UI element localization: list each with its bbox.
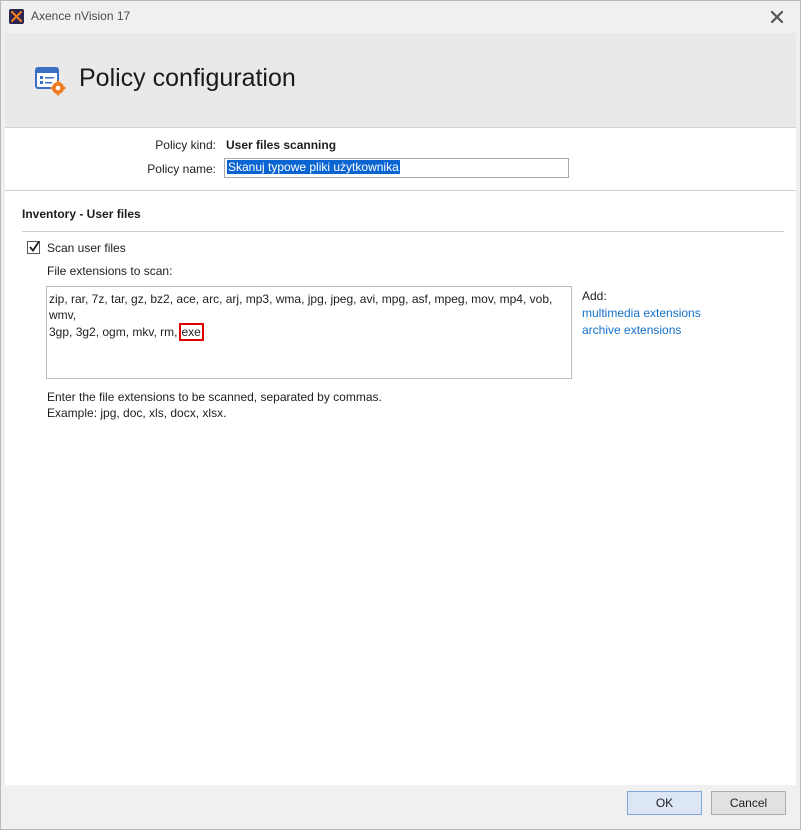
divider <box>5 190 796 191</box>
policy-settings-icon <box>35 67 66 96</box>
policy-name-input[interactable]: Skanuj typowe pliki użytkownika <box>224 158 569 178</box>
highlighted-extension: exe <box>178 323 204 341</box>
example-text: Example: jpg, doc, xls, docx, xlsx. <box>47 406 227 420</box>
extensions-label: File extensions to scan: <box>47 264 173 278</box>
section-title: Inventory - User files <box>22 207 141 221</box>
extensions-text-line2: 3gp, 3g2, ogm, mkv, rm, <box>49 325 178 339</box>
dialog-header: Policy configuration <box>5 33 796 127</box>
policy-configuration-dialog: Axence nVision 17 Policy configuration P… <box>0 0 801 830</box>
scan-user-files-checkbox[interactable] <box>27 241 40 254</box>
multimedia-extensions-link[interactable]: multimedia extensions <box>582 306 701 320</box>
extensions-text-line1: zip, rar, 7z, tar, gz, bz2, ace, arc, ar… <box>49 292 553 322</box>
add-label: Add: <box>582 289 607 303</box>
checkmark-icon <box>29 241 40 252</box>
axence-logo-icon <box>9 9 24 24</box>
scan-user-files-label[interactable]: Scan user files <box>47 241 126 255</box>
dialog-content: Policy kind: User files scanning Policy … <box>5 127 796 786</box>
section-divider <box>22 231 784 232</box>
title-bar: Axence nVision 17 <box>1 1 800 33</box>
policy-name-value: Skanuj typowe pliki użytkownika <box>227 160 400 174</box>
ok-button[interactable]: OK <box>627 791 702 815</box>
policy-name-label: Policy name: <box>147 162 216 176</box>
page-title: Policy configuration <box>79 64 296 92</box>
hint-text: Enter the file extensions to be scanned,… <box>47 390 382 404</box>
dialog-footer: OK Cancel <box>1 785 800 829</box>
policy-kind-label: Policy kind: <box>155 138 216 152</box>
extensions-textarea[interactable]: zip, rar, 7z, tar, gz, bz2, ace, arc, ar… <box>46 286 572 379</box>
archive-extensions-link[interactable]: archive extensions <box>582 323 681 337</box>
window-title: Axence nVision 17 <box>31 9 131 23</box>
close-icon[interactable] <box>767 7 787 27</box>
cancel-button[interactable]: Cancel <box>711 791 786 815</box>
policy-kind-value: User files scanning <box>226 138 337 152</box>
